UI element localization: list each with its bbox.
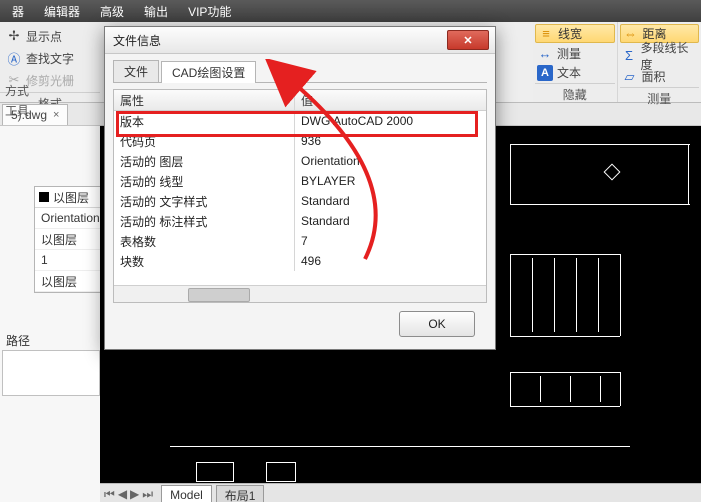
cell-val: 936 [295, 131, 486, 151]
find-text-button[interactable]: Ⓐ 查找文字 [2, 48, 98, 68]
polyline-icon: Σ [622, 48, 637, 64]
menu-bar: 器 编辑器 高级 输出 VIP功能 [0, 0, 701, 22]
layer-dropdown-header[interactable]: 以图层 [35, 187, 107, 208]
cell-val: Orientation [295, 151, 486, 171]
horizontal-scrollbar[interactable] [114, 285, 486, 302]
dialog-title: 文件信息 [113, 32, 161, 49]
path-label: 路径 [6, 332, 30, 349]
label: 以图层 [53, 189, 89, 206]
crosshair-icon: ✢ [6, 28, 22, 44]
label: 显示点 [26, 28, 62, 45]
first-icon[interactable]: ⏮ [104, 487, 115, 502]
ribbon-group-caption: 隐藏 [535, 83, 615, 105]
ribbon-group-caption: 方式 [0, 82, 34, 102]
text-icon: A [537, 65, 553, 81]
label: 文本 [557, 64, 581, 81]
cell-val: BYLAYER [295, 171, 486, 191]
col-property: 属性 [114, 90, 295, 110]
ribbon-group-caption: 工具 [0, 102, 34, 122]
cell-val: DWG AutoCAD 2000 [295, 111, 486, 131]
layout-tabstrip: ⏮ ◀ ▶ ⏭ Model 布局1 [100, 483, 701, 502]
layer-option[interactable]: 以图层 [35, 229, 107, 250]
find-icon: Ⓐ [6, 50, 22, 66]
grid-row[interactable]: 活动的 图层Orientation [114, 151, 486, 171]
grid-row[interactable]: 块数496 [114, 251, 486, 271]
cell-prop: 活动的 图层 [114, 151, 295, 171]
grid-row[interactable]: 活动的 标注样式Standard [114, 211, 486, 231]
layer-option[interactable]: Orientation [35, 208, 107, 229]
ruler-icon: ↔ [537, 46, 553, 62]
grid-body: 版本DWG AutoCAD 2000 代码页936 活动的 图层Orientat… [114, 111, 486, 285]
grid-header: 属性 值 [114, 90, 486, 111]
cell-val: 7 [295, 231, 486, 251]
close-icon: ✕ [463, 34, 472, 47]
ok-button[interactable]: OK [399, 311, 475, 337]
tab-nav-arrows[interactable]: ⏮ ◀ ▶ ⏭ [100, 484, 157, 502]
menu-item[interactable]: 输出 [134, 3, 178, 20]
layer-option[interactable]: 以图层 [35, 271, 107, 292]
label: 测量 [557, 45, 581, 62]
grid-row[interactable]: 表格数7 [114, 231, 486, 251]
grid-row[interactable]: 活动的 线型BYLAYER [114, 171, 486, 191]
layer-option[interactable]: 1 [35, 250, 107, 271]
cell-val: Standard [295, 191, 486, 211]
last-icon[interactable]: ⏭ [142, 487, 153, 502]
ribbon-group-hide: ≡ 线宽 ↔ 测量 A 文本 隐藏 [533, 22, 617, 102]
cell-prop: 块数 [114, 251, 295, 271]
show-points-button[interactable]: ✢ 显示点 [2, 26, 98, 46]
path-box[interactable] [2, 350, 100, 396]
next-icon[interactable]: ▶ [130, 487, 139, 501]
label: 线宽 [558, 25, 582, 42]
cell-prop: 版本 [114, 111, 295, 131]
cell-val: Standard [295, 211, 486, 231]
cell-prop: 代码页 [114, 131, 295, 151]
col-value: 值 [295, 90, 486, 110]
close-icon[interactable]: × [53, 109, 59, 121]
scrollbar-thumb[interactable] [188, 288, 250, 302]
cell-prop: 活动的 标注样式 [114, 211, 295, 231]
cell-prop: 活动的 文字样式 [114, 191, 295, 211]
ribbon-group-caption: 测量 [620, 87, 700, 109]
file-info-dialog: 文件信息 ✕ 文件 CAD绘图设置 属性 值 版本DWG AutoCAD 200… [104, 26, 496, 350]
dialog-titlebar[interactable]: 文件信息 ✕ [105, 27, 495, 54]
ribbon-group-measure: ⇔ 距离 Σ 多段线长度 ▱ 面积 测量 [617, 22, 701, 102]
menu-item[interactable]: 编辑器 [34, 3, 90, 20]
cell-prop: 活动的 线型 [114, 171, 295, 191]
grid-row[interactable]: 活动的 文字样式Standard [114, 191, 486, 211]
tab-model[interactable]: Model [161, 485, 212, 502]
menu-item[interactable]: 高级 [90, 3, 134, 20]
dialog-tabstrip: 文件 CAD绘图设置 [113, 60, 487, 83]
dialog-close-button[interactable]: ✕ [447, 30, 489, 50]
side-panel: 以图层 Orientation 以图层 1 以图层 路径 [0, 126, 101, 502]
tab-layout1[interactable]: 布局1 [216, 485, 265, 502]
area-button[interactable]: ▱ 面积 [620, 68, 700, 85]
layer-dropdown[interactable]: 以图层 Orientation 以图层 1 以图层 [34, 186, 108, 293]
prev-icon[interactable]: ◀ [118, 487, 127, 501]
tab-cad-settings[interactable]: CAD绘图设置 [161, 61, 256, 83]
distance-icon: ⇔ [623, 26, 639, 42]
cell-val: 496 [295, 251, 486, 271]
label: 面积 [642, 68, 666, 85]
properties-grid: 属性 值 版本DWG AutoCAD 2000 代码页936 活动的 图层Ori… [113, 89, 487, 303]
grid-row[interactable]: 代码页936 [114, 131, 486, 151]
polyline-length-button[interactable]: Σ 多段线长度 [620, 45, 700, 66]
label: 查找文字 [26, 50, 74, 67]
text-button[interactable]: A 文本 [535, 64, 615, 81]
cell-prop: 表格数 [114, 231, 295, 251]
menu-item[interactable]: VIP功能 [178, 3, 241, 20]
measure-button[interactable]: ↔ 测量 [535, 45, 615, 62]
menu-item[interactable]: 器 [2, 3, 34, 20]
grid-row[interactable]: 版本DWG AutoCAD 2000 [114, 111, 486, 131]
tab-file[interactable]: 文件 [113, 60, 159, 82]
color-swatch [39, 192, 49, 202]
area-icon: ▱ [622, 69, 638, 85]
line-width-button[interactable]: ≡ 线宽 [535, 24, 615, 43]
linewidth-icon: ≡ [538, 26, 554, 42]
